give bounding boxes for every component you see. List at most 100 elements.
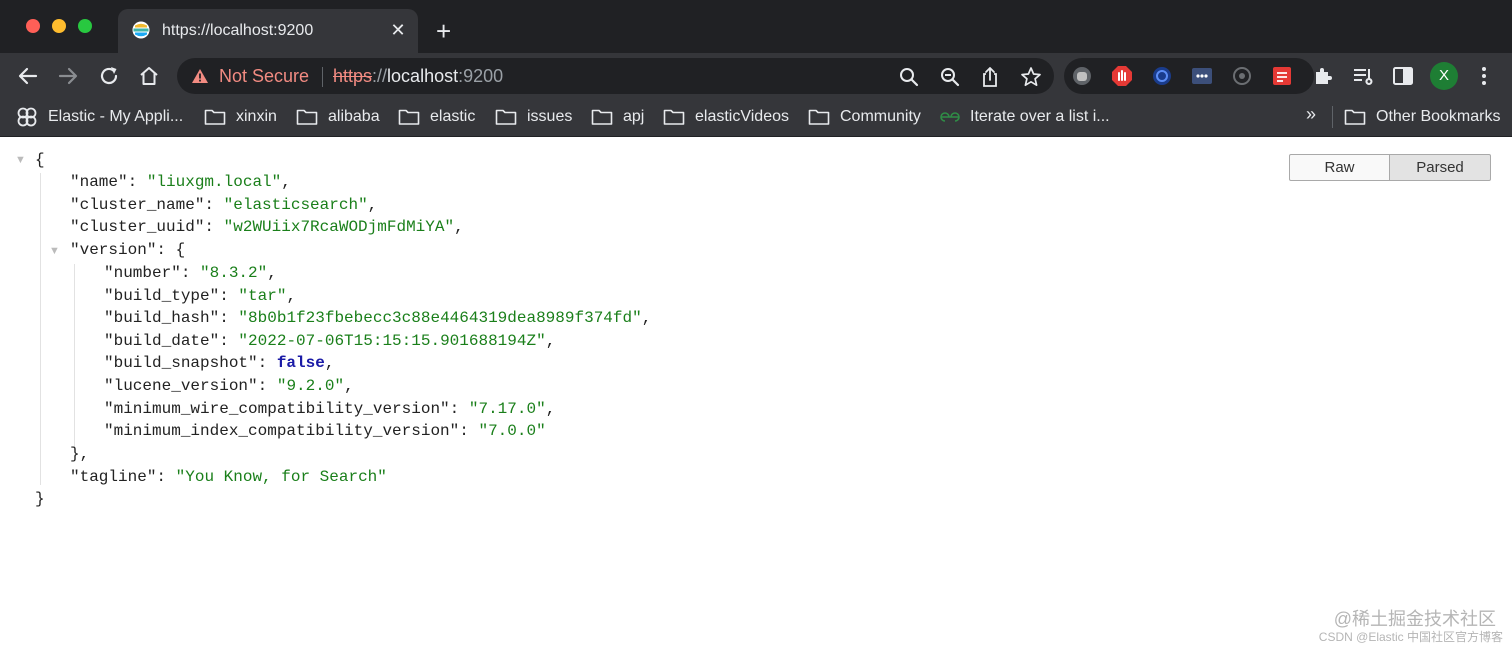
bookmark-folder-elastic[interactable]: elastic [398,106,475,128]
json-value-cluster-name: elasticsearch [233,196,359,214]
notes-extension-icon[interactable] [1271,65,1293,87]
folder-icon [296,109,318,125]
bookmark-folder-community[interactable]: Community [808,106,921,128]
home-icon[interactable] [137,64,161,88]
folder-icon [204,109,226,125]
bookmark-folder-xinxin[interactable]: xinxin [204,106,277,128]
view-mode-toggle: Raw Parsed [1289,154,1491,181]
folder-icon [495,109,517,125]
minimize-window-button[interactable] [52,19,66,33]
sync-extension-icon[interactable] [1231,65,1253,87]
address-bar[interactable]: Not Secure https://localhost:9200 [177,58,1054,94]
close-window-button[interactable] [26,19,40,33]
dots-extension-icon[interactable] [1191,65,1213,87]
zoom-out-icon[interactable] [939,66,961,88]
bookmark-label: alibaba [328,108,380,125]
bookmark-label: Elastic - My Appli... [48,108,184,125]
json-row-number: "number": "8.3.2", [104,264,277,282]
json-value-min-wire: 7.17.0 [478,400,537,418]
extensions-puzzle-icon[interactable] [1311,64,1335,88]
bookmark-label: xinxin [236,108,277,125]
browser-toolbar: Not Secure https://localhost:9200 X [0,53,1512,98]
bookmark-star-icon[interactable] [1020,66,1042,88]
json-row-build-hash: "build_hash": "8b0b1f23fbebecc3c88e44643… [104,309,652,327]
bookmark-label: elastic [430,108,476,125]
json-value-min-index: 7.0.0 [488,422,537,440]
version-indent-guide [74,264,75,450]
json-row-tagline: "tagline": "You Know, for Search" [70,468,387,486]
ring-extension-icon[interactable] [1151,65,1173,87]
url-text[interactable]: https://localhost:9200 [333,66,503,87]
warning-icon[interactable] [191,68,209,84]
other-bookmarks-folder[interactable]: Other Bookmarks [1344,106,1500,128]
tab-strip: https://localhost:9200 ✕ + [0,0,1512,53]
tab-title: https://localhost:9200 [162,22,314,39]
json-close-brace: } [35,490,45,508]
profile-avatar[interactable]: X [1430,62,1458,90]
json-value-build-type: tar [248,287,277,305]
ghostery-extension-icon[interactable] [1071,65,1093,87]
collapse-version-caret-icon[interactable]: ▼ [49,240,60,262]
json-row-name: "name": "liuxgm.local", [70,173,291,191]
extensions-area [1064,58,1314,94]
folder-icon [663,109,685,125]
root-indent-guide [40,173,41,485]
bookmark-label: apj [623,108,645,125]
bookmark-folder-issues[interactable]: issues [495,106,572,128]
collapse-root-caret-icon[interactable]: ▼ [15,149,26,171]
bookmark-item-iterate[interactable]: Iterate over a list i... [940,106,1110,128]
json-version-close-brace: }, [70,445,90,463]
json-row-build-snapshot: "build_snapshot": false, [104,354,335,372]
bookmark-label: Iterate over a list i... [970,108,1110,125]
url-separator: :// [372,66,388,86]
search-icon[interactable] [898,66,920,88]
maximize-window-button[interactable] [78,19,92,33]
bookmark-label: issues [527,108,573,125]
json-value-build-hash: 8b0b1f23fbebecc3c88e4464319dea8989f374fd [248,309,633,327]
bookmark-folder-alibaba[interactable]: alibaba [296,106,380,128]
bookmark-folder-elasticvideos[interactable]: elasticVideos [663,106,789,128]
raw-button[interactable]: Raw [1289,154,1390,181]
bookmark-folder-apj[interactable]: apj [591,106,644,128]
json-value-lucene-version: 9.2.0 [286,377,335,395]
json-row-cluster-uuid: "cluster_uuid": "w2WUiix7RcaWODjmFdMiYA"… [70,218,464,236]
bookmarks-divider [1332,106,1333,128]
folder-icon [808,109,830,125]
json-value-cluster-uuid: w2WUiix7RcaWODjmFdMiYA [233,218,445,236]
elastic-icon [17,107,37,127]
json-row-build-type: "build_type": "tar", [104,287,297,305]
url-scheme: https [333,66,373,86]
bookmarks-overflow-chevron-icon[interactable]: » [1306,104,1316,125]
geeks-icon [940,112,960,122]
folder-icon [591,109,613,125]
json-value-number: 8.3.2 [209,264,258,282]
back-arrow-icon[interactable] [16,64,40,88]
reload-icon[interactable] [97,64,121,88]
json-row-build-date: "build_date": "2022-07-06T15:15:15.90168… [104,332,556,350]
not-secure-label[interactable]: Not Secure [219,66,309,87]
tab-close-icon[interactable]: ✕ [388,20,408,40]
json-row-min-wire: "minimum_wire_compatibility_version": "7… [104,400,556,418]
adblock-extension-icon[interactable] [1111,65,1133,87]
bookmarks-bar: Elastic - My Appli... xinxin alibaba ela… [0,98,1512,137]
json-value-tagline: You Know, for Search [185,468,378,486]
bookmark-label: Community [840,108,921,125]
url-port: :9200 [458,66,504,86]
side-panel-icon[interactable] [1391,64,1415,88]
new-tab-button[interactable]: + [436,18,451,44]
other-bookmarks-label: Other Bookmarks [1376,108,1501,125]
json-row-cluster-name: "cluster_name": "elasticsearch", [70,196,378,214]
reading-list-icon[interactable] [1351,64,1375,88]
elastic-favicon-icon [132,21,150,39]
forward-arrow-icon[interactable] [56,64,80,88]
browser-tab-active[interactable]: https://localhost:9200 ✕ [118,9,418,53]
menu-kebab-icon[interactable] [1472,64,1496,88]
bookmark-item-elastic[interactable]: Elastic - My Appli... [16,106,183,128]
json-row-version: "version": { [70,241,186,259]
watermark-csdn: CSDN @Elastic 中国社区官方博客 [1318,630,1503,644]
json-row-min-index: "minimum_index_compatibility_version": "… [104,422,546,440]
parsed-button[interactable]: Parsed [1390,154,1491,181]
folder-icon [398,109,420,125]
bookmark-label: elasticVideos [695,108,789,125]
share-icon[interactable] [979,66,1001,88]
